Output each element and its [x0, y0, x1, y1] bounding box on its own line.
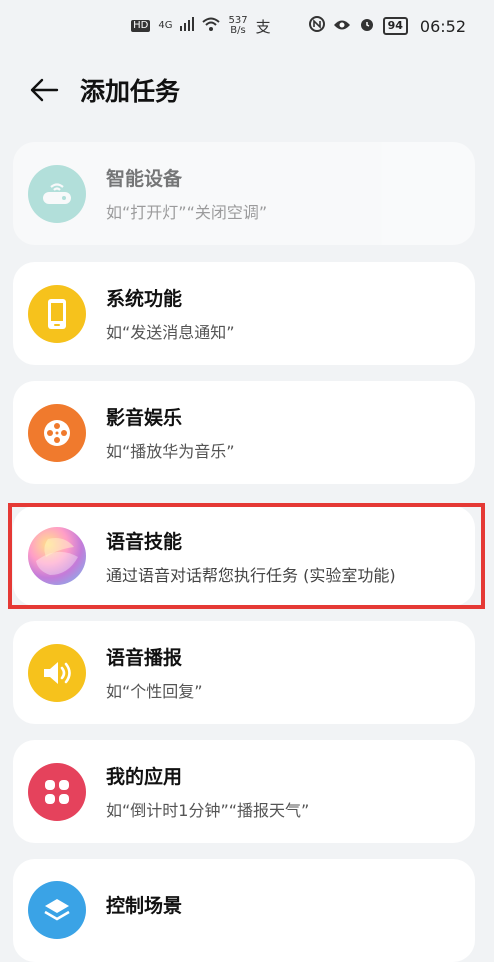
status-icons: HD 4G 537 B/s 支 94 06:52 — [131, 16, 466, 37]
speed-unit: B/s — [230, 25, 246, 36]
task-item-voice-broadcast[interactable]: 语音播报 如“个性回复” — [13, 621, 475, 724]
task-item-voice-skill[interactable]: 语音技能 通过语音对话帮您执行任务 (实验室功能) — [13, 506, 475, 606]
battery-indicator: 94 — [382, 17, 408, 35]
task-item-system-function[interactable]: 系统功能 如“发送消息通知” — [13, 262, 475, 365]
task-item-name: 我的应用 — [106, 766, 183, 788]
status-bar: HD 4G 537 B/s 支 94 06:52 — [0, 0, 494, 52]
task-item-desc: 如“个性回复” — [106, 682, 203, 701]
page-title: 添加任务 — [80, 77, 181, 106]
eye-comfort-icon — [333, 17, 351, 35]
network-type: 4G — [158, 20, 173, 31]
task-item-desc: 通过语音对话帮您执行任务 (实验室功能) — [106, 565, 396, 585]
phone-icon — [28, 284, 86, 343]
alarm-icon — [359, 16, 375, 36]
network-speed: 537 B/s — [228, 16, 247, 36]
task-item-my-apps[interactable]: 我的应用 如“倒计时1分钟”“播报天气” — [13, 740, 475, 843]
nfc-icon — [308, 16, 325, 36]
voice-orb-icon — [28, 527, 86, 585]
task-item-name: 智能设备 — [106, 168, 183, 190]
signal-icon — [180, 17, 195, 35]
payment-icon: 支 — [255, 17, 271, 36]
task-item-control-scene[interactable]: 控制场景 — [13, 859, 475, 962]
page-header: 添加任务 — [0, 60, 494, 120]
arrow-left-icon — [30, 78, 59, 102]
task-item-name: 影音娱乐 — [106, 407, 183, 429]
scene-icon — [28, 881, 86, 939]
back-button[interactable] — [26, 72, 62, 108]
task-item-desc: 如“打开灯”“关闭空调” — [106, 203, 268, 222]
task-item-media-entertainment[interactable]: 影音娱乐 如“播放华为音乐” — [13, 381, 475, 484]
status-time: 06:52 — [419, 16, 466, 36]
smart-device-icon — [28, 164, 86, 223]
task-item-name: 语音播报 — [106, 647, 183, 669]
task-item-name: 语音技能 — [106, 530, 183, 553]
wifi-icon — [202, 17, 221, 35]
speaker-icon — [28, 643, 86, 702]
film-reel-icon — [28, 403, 86, 462]
task-item-desc: 如“播放华为音乐” — [106, 442, 235, 461]
apps-grid-icon — [28, 762, 86, 821]
task-item-smart-device[interactable]: 智能设备 如“打开灯”“关闭空调” — [13, 142, 475, 245]
hd-indicator: HD — [131, 20, 151, 32]
task-item-desc: 如“倒计时1分钟”“播报天气” — [106, 801, 310, 820]
task-item-desc: 如“发送消息通知” — [106, 323, 235, 342]
task-item-name: 系统功能 — [106, 288, 183, 310]
